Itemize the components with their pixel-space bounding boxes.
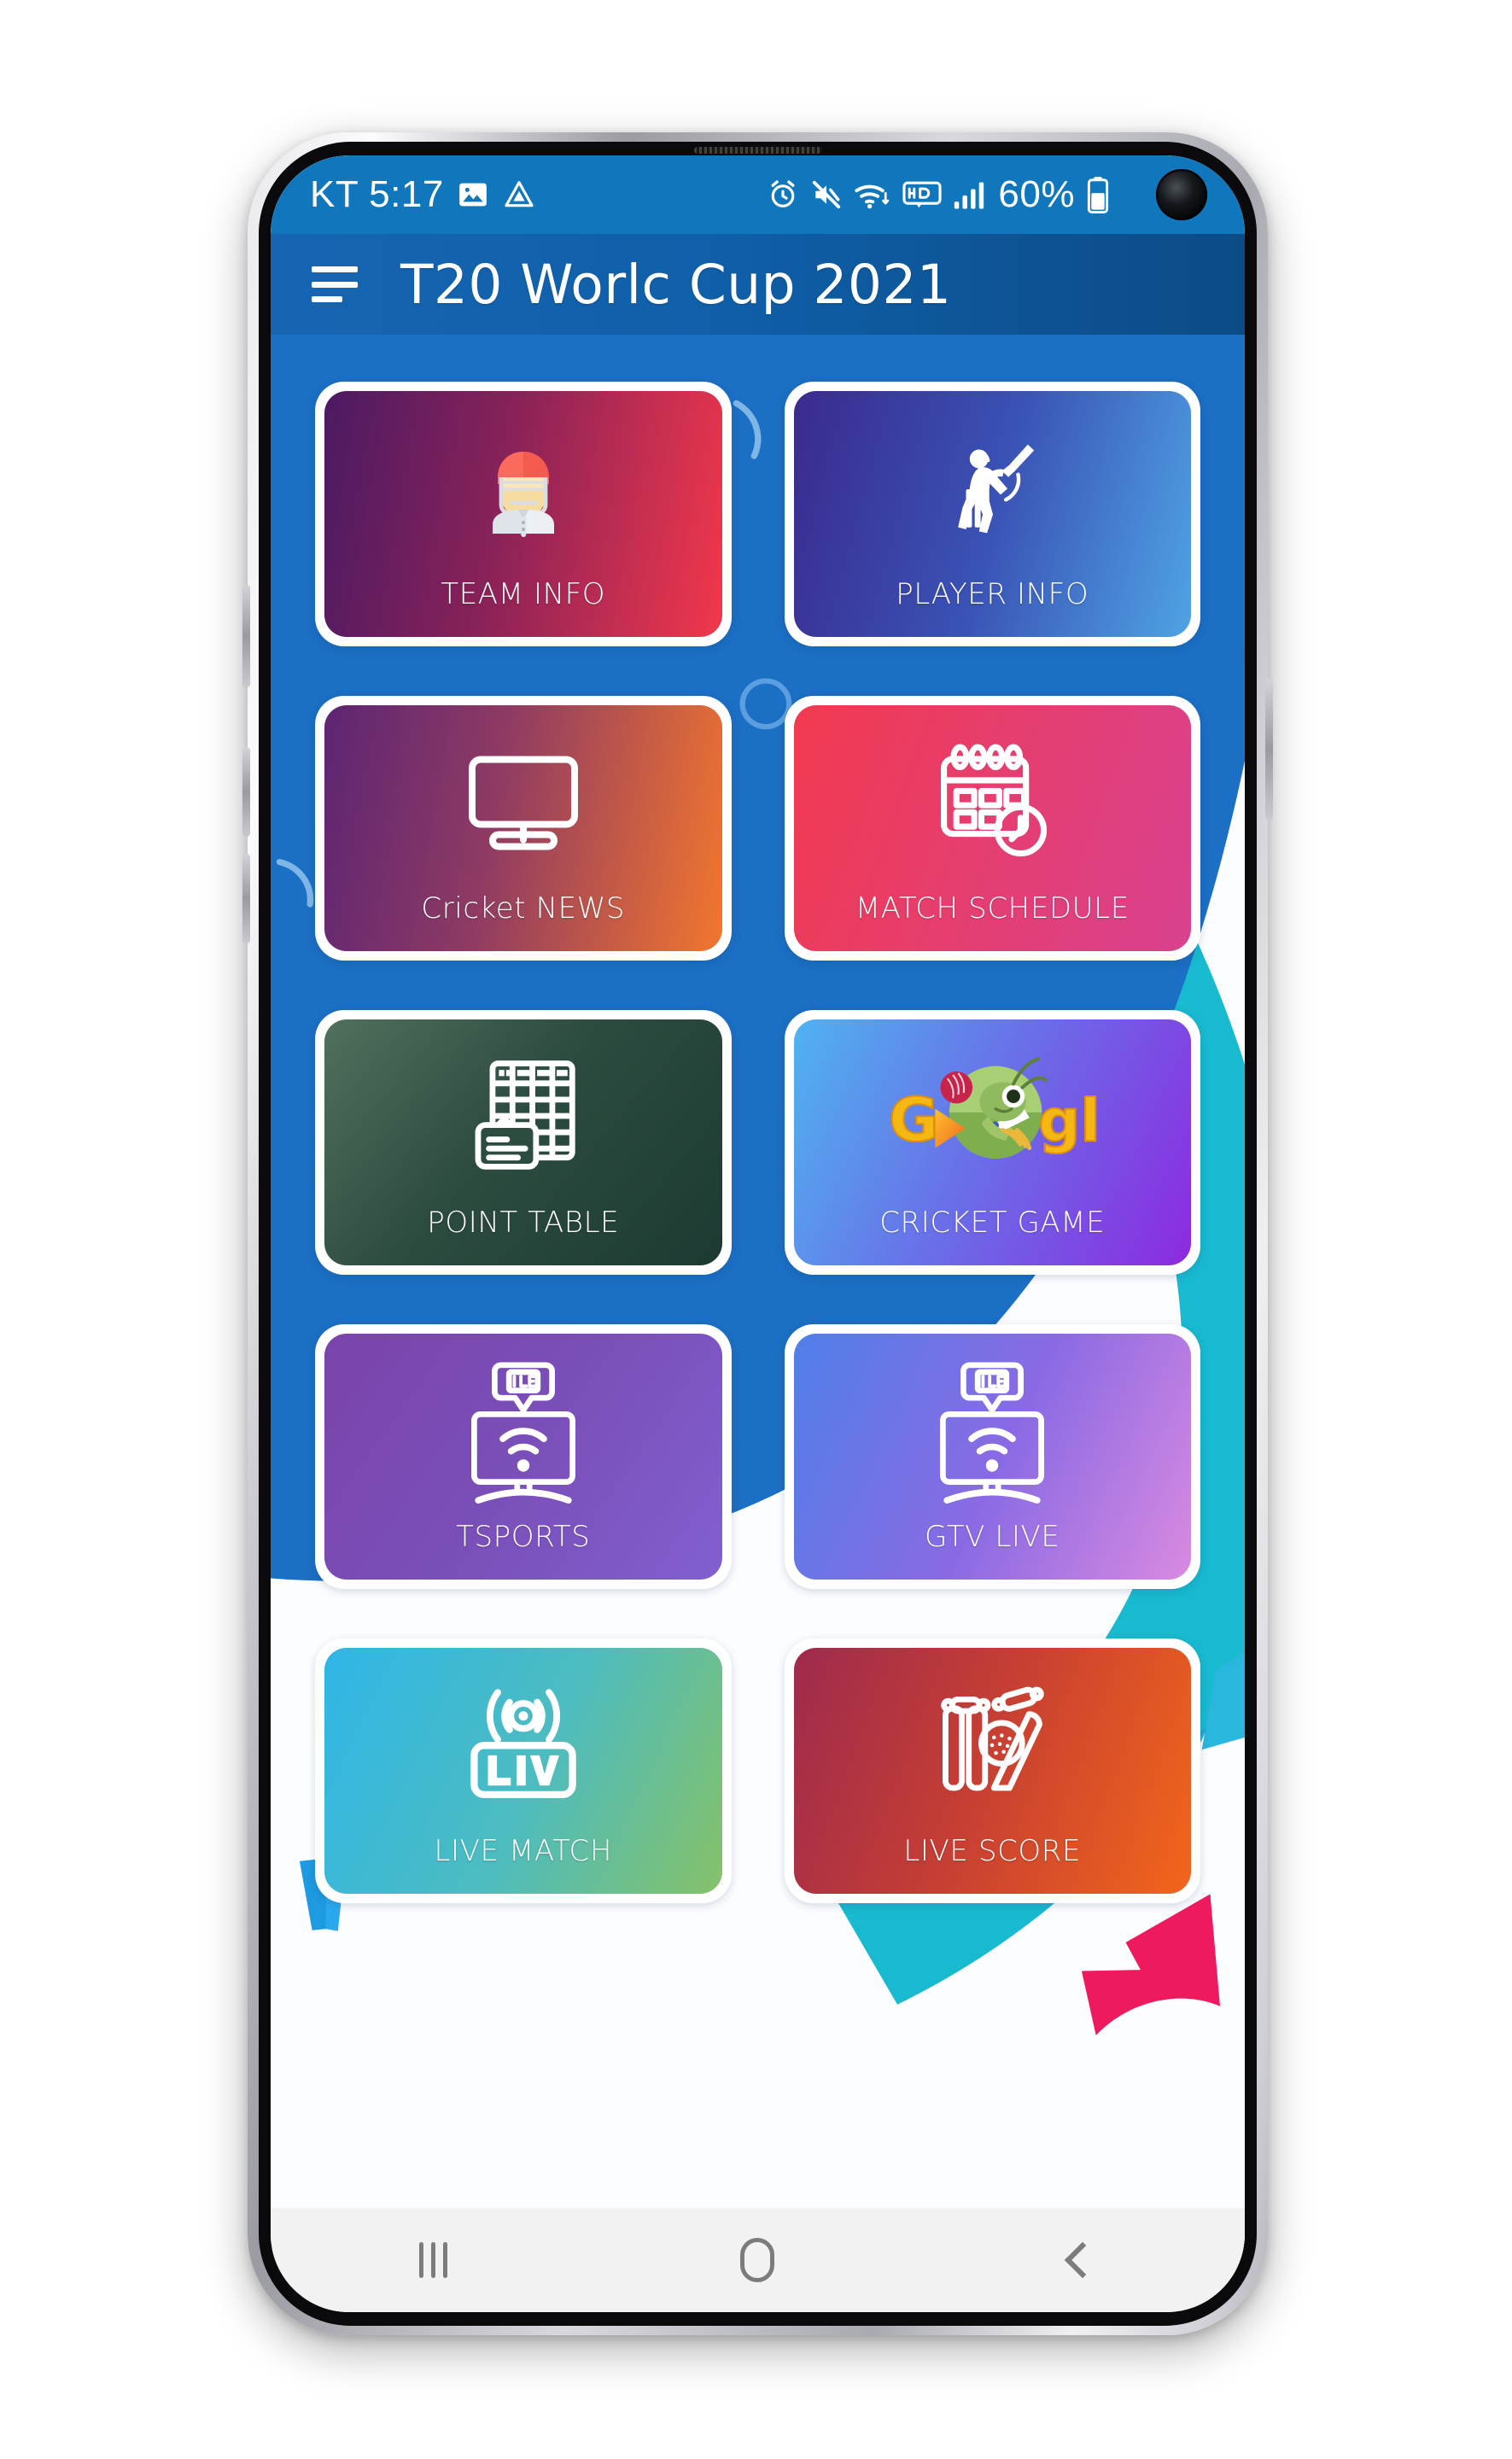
tile-team-info[interactable]: TEAM INFO: [315, 382, 732, 646]
phone-device: KT 5:17 60% T20 Worlc Cup 2021 TEAM INFO…: [242, 132, 1273, 2335]
battery-percent-label: 60%: [998, 173, 1075, 215]
tile-label: Cricket NEWS: [421, 891, 626, 926]
calendar-clock-icon: [794, 738, 1192, 866]
photo-icon: [456, 178, 490, 212]
tile-label: LIVE SCORE: [903, 1834, 1082, 1868]
tile-label: PLAYER INFO: [896, 577, 1089, 611]
live-broadcast-icon: [324, 1675, 722, 1812]
app-bar: T20 Worlc Cup 2021: [271, 234, 1245, 335]
signal-icon: [953, 178, 987, 211]
alarm-icon: [767, 178, 799, 211]
tile-label: POINT TABLE: [427, 1206, 620, 1240]
battery-icon: [1086, 176, 1110, 213]
tile-point-table[interactable]: POINT TABLE: [315, 1010, 732, 1275]
tile-gtv-live[interactable]: GTV LIVE: [784, 1324, 1200, 1589]
points-table-icon: [324, 1052, 722, 1180]
power-button[interactable]: [1265, 679, 1273, 820]
wifi-icon: [854, 178, 891, 211]
page-title: T20 Worlc Cup 2021: [400, 253, 952, 316]
batsman-icon: [794, 423, 1192, 552]
recents-button[interactable]: [343, 2242, 522, 2278]
volume-down-button[interactable]: [242, 747, 250, 837]
tile-match-schedule[interactable]: MATCH SCHEDULE: [784, 696, 1200, 961]
back-button[interactable]: [993, 2241, 1172, 2279]
hamburger-menu-icon[interactable]: [312, 266, 358, 302]
live-tv-icon: [794, 1356, 1192, 1510]
status-bar: KT 5:17 60%: [271, 155, 1245, 234]
tile-tsports[interactable]: TSPORTS: [315, 1324, 732, 1589]
tile-label: GTV LIVE: [925, 1520, 1060, 1554]
volume-up-button[interactable]: [242, 854, 250, 943]
recents-icon: [418, 2242, 447, 2278]
carrier-time-label: KT 5:17: [310, 173, 444, 215]
tile-label: TEAM INFO: [441, 577, 606, 611]
svg-text:G: G: [889, 1084, 938, 1155]
earpiece-speaker: [693, 147, 822, 154]
cricket-stumps-bat-ball-icon: [794, 1677, 1192, 1814]
back-icon: [1064, 2241, 1101, 2279]
tile-label: TSPORTS: [456, 1520, 591, 1554]
bixby-button[interactable]: [242, 585, 250, 687]
tile-live-match[interactable]: LIVE MATCH: [315, 1638, 732, 1903]
status-bar-left: KT 5:17: [310, 173, 536, 216]
tile-label: CRICKET GAME: [879, 1206, 1106, 1240]
status-bar-right: 60%: [767, 173, 1211, 216]
hd-icon: [902, 179, 943, 210]
app-root: KT 5:17 60% T20 Worlc Cup 2021 TEAM INFO…: [271, 155, 1245, 2312]
mute-icon: [810, 178, 843, 211]
tile-cricket-game[interactable]: G gle: [784, 1010, 1200, 1275]
tile-label: MATCH SCHEDULE: [855, 891, 1130, 926]
android-navigation-bar: [271, 2208, 1245, 2312]
tile-player-info[interactable]: PLAYER INFO: [784, 382, 1200, 646]
home-button[interactable]: [668, 2238, 847, 2282]
tile-live-score[interactable]: LIVE SCORE: [784, 1638, 1200, 1903]
svg-text:gle: gle: [1038, 1087, 1099, 1155]
tile-cricket-news[interactable]: Cricket NEWS: [315, 696, 732, 961]
live-tv-icon: [324, 1356, 722, 1510]
menu-grid: TEAM INFO PLAYER INFO Cricket NEWS MATCH…: [271, 335, 1245, 2312]
drive-icon: [502, 178, 536, 212]
monitor-icon: [324, 738, 722, 866]
phone-screen: KT 5:17 60% T20 Worlc Cup 2021 TEAM INFO…: [271, 155, 1245, 2312]
punch-hole-camera: [1156, 169, 1207, 220]
cricket-helmet-player-icon: [324, 423, 722, 552]
tile-label: LIVE MATCH: [434, 1834, 613, 1868]
google-cricket-doodle-icon: G gle: [794, 1045, 1192, 1186]
home-icon: [740, 2238, 775, 2282]
